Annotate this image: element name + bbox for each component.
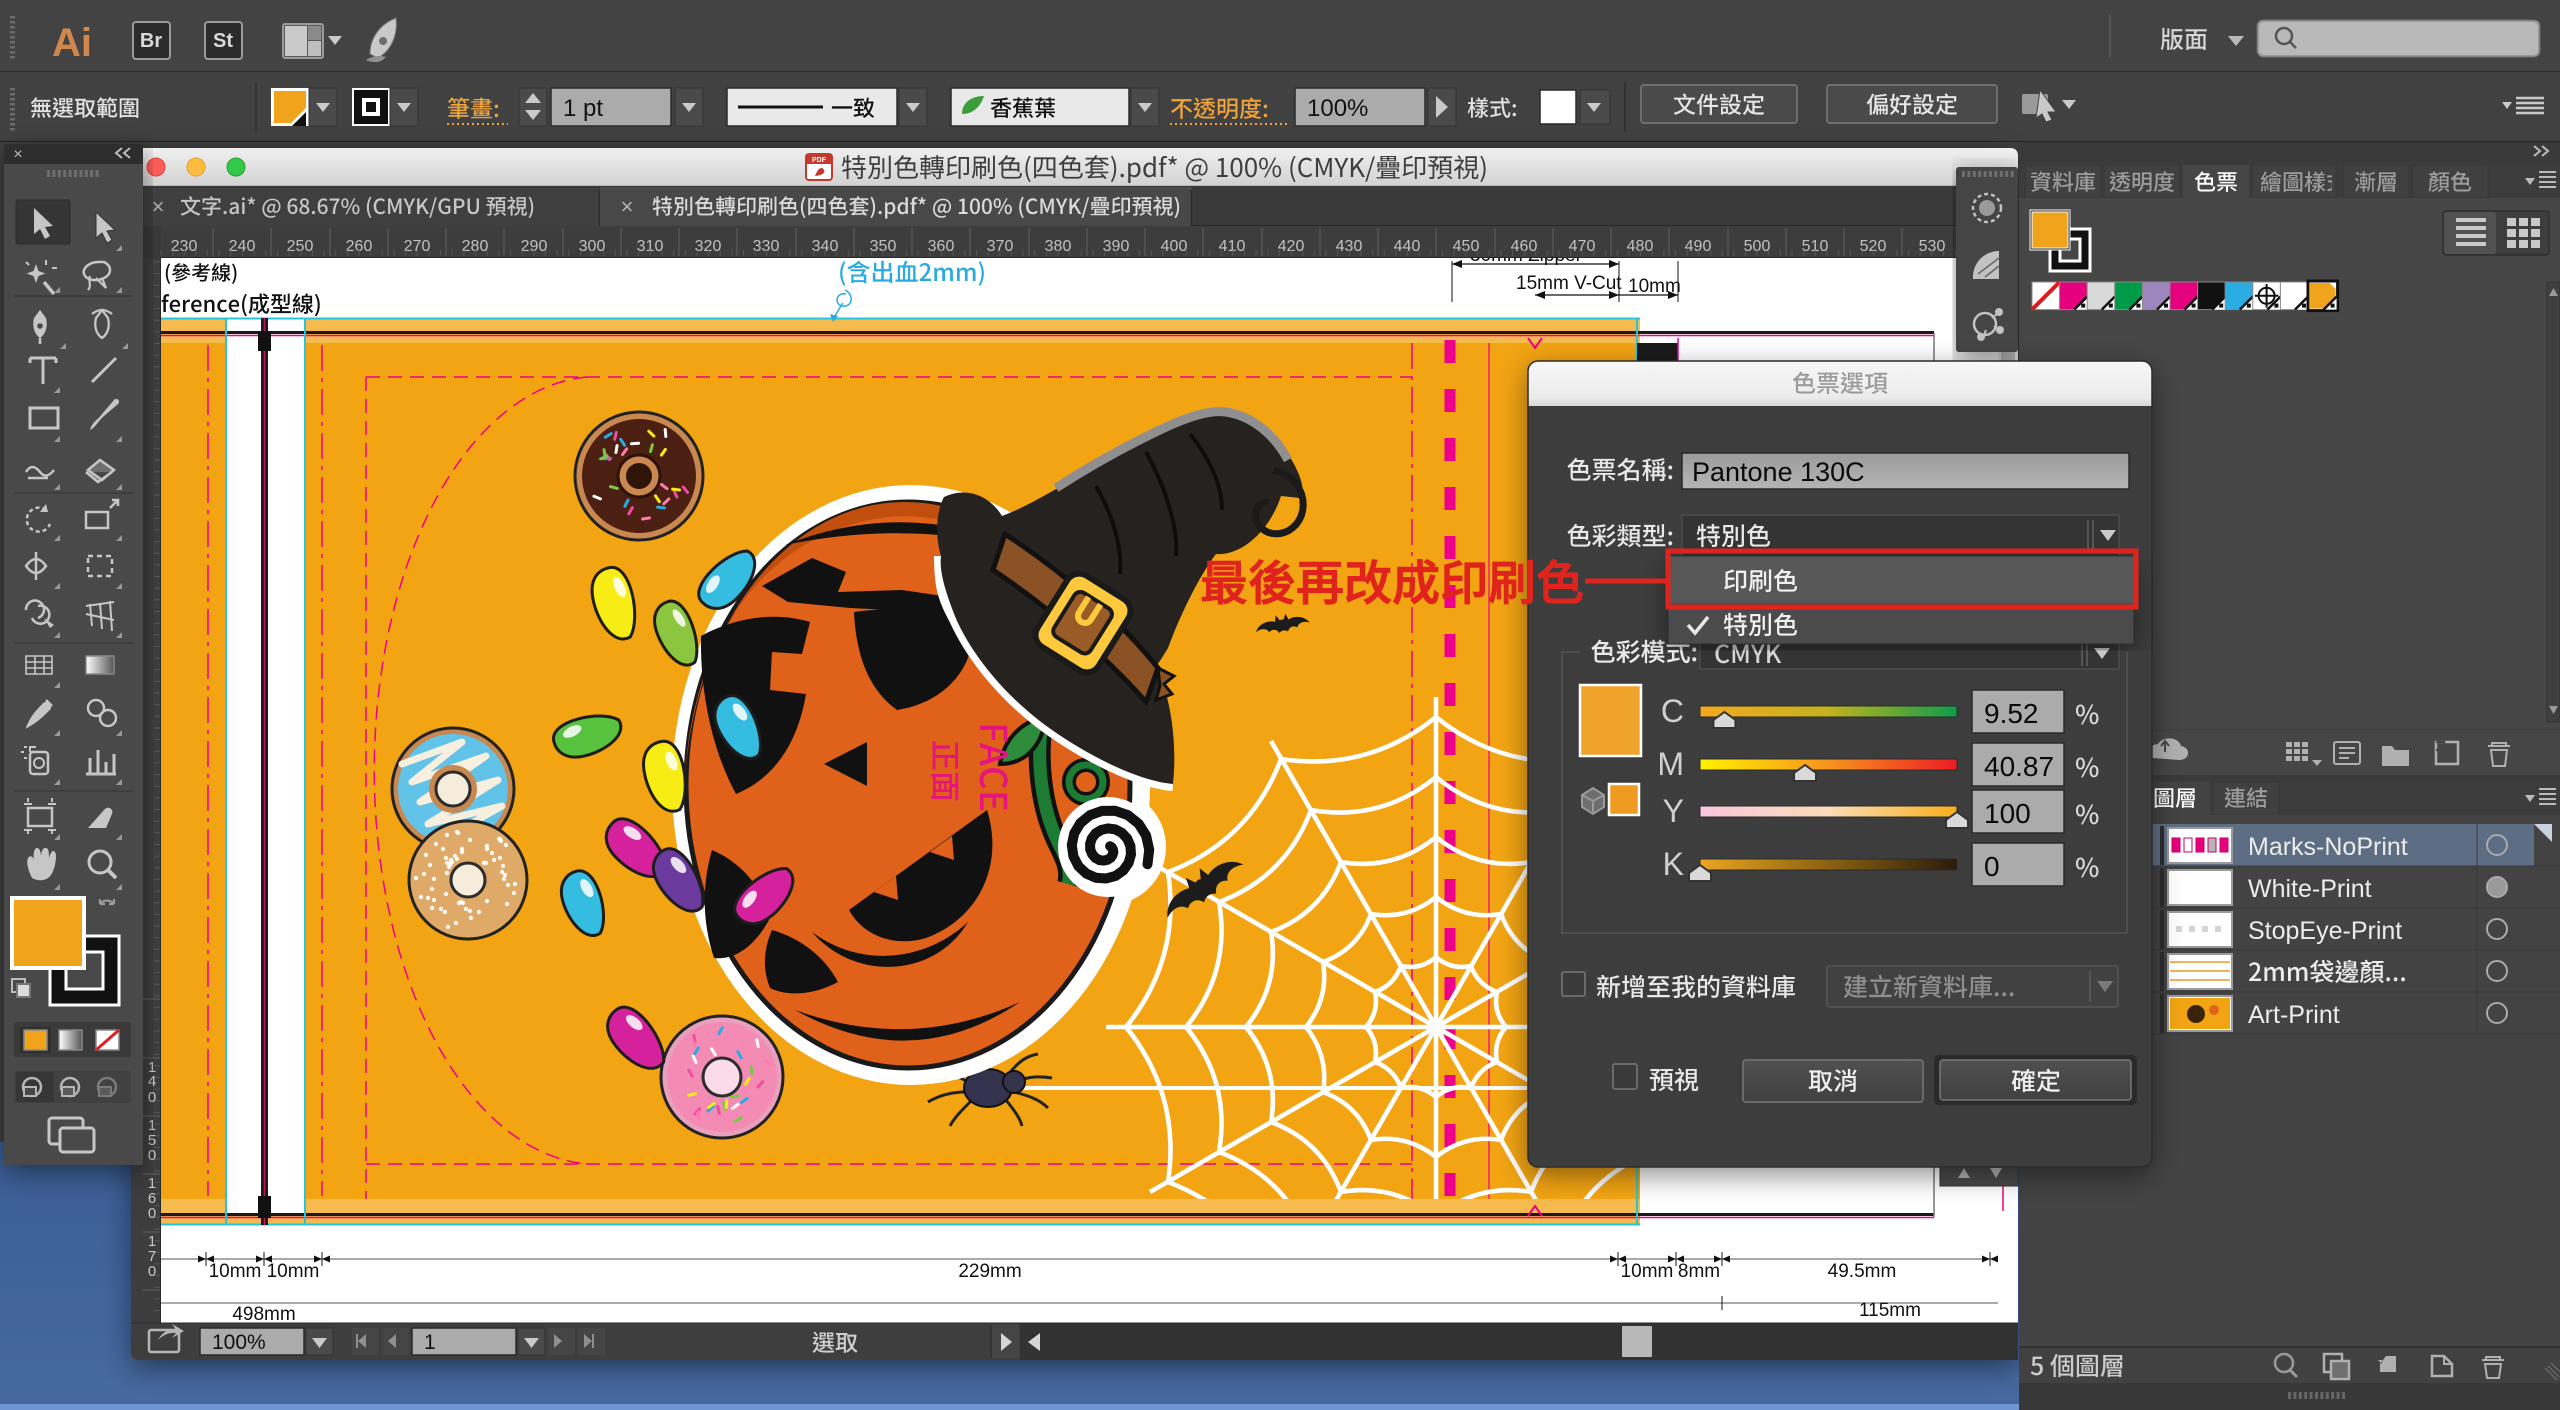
svg-text:PDF: PDF [812,157,827,164]
svg-text:1 pt: 1 pt [563,95,603,122]
svg-text:×: × [152,194,165,219]
svg-text:40.87: 40.87 [1984,751,2054,782]
svg-text:Marks-NoPrint: Marks-NoPrint [2248,833,2408,861]
svg-text:0: 0 [148,1263,156,1280]
svg-text:Pantone 130C: Pantone 130C [1692,457,1865,487]
svg-text:229mm: 229mm [958,1261,1021,1282]
svg-text:15mm V-Cut: 15mm V-Cut [1516,273,1622,294]
svg-text:498mm: 498mm [232,1304,295,1325]
svg-text:0: 0 [148,1205,156,1222]
svg-text:×: × [621,194,634,219]
svg-text:100%: 100% [1307,95,1368,122]
svg-text:10mm: 10mm [1621,1261,1674,1282]
svg-text:240: 240 [229,238,256,255]
svg-text:100: 100 [1984,798,2031,829]
svg-text:Art-Print: Art-Print [2248,1001,2340,1029]
svg-text:C: C [1661,693,1684,729]
svg-text:StopEye-Print: StopEye-Print [2248,917,2402,945]
svg-text:Y: Y [1663,793,1684,829]
svg-text:10mm: 10mm [209,1261,262,1282]
svg-text:330: 330 [753,238,780,255]
svg-text:8mm: 8mm [1678,1261,1720,1282]
svg-text:250: 250 [287,238,314,255]
svg-text:Ai: Ai [52,21,92,65]
svg-text:9.52: 9.52 [1984,698,2039,729]
svg-text:St: St [213,30,233,52]
svg-text:440: 440 [1394,238,1421,255]
svg-text:Br: Br [140,30,162,52]
svg-text:K: K [1663,846,1684,882]
svg-text:480: 480 [1627,238,1654,255]
svg-text:490: 490 [1685,238,1712,255]
svg-text:115mm: 115mm [1859,1300,1921,1321]
svg-text:100%: 100% [212,1331,266,1354]
svg-text:49.5mm: 49.5mm [1828,1261,1897,1282]
svg-text:White-Print: White-Print [2248,875,2372,903]
svg-text:4: 4 [148,1073,156,1090]
svg-text:410: 410 [1219,238,1246,255]
svg-text:1: 1 [424,1331,436,1354]
svg-text:0: 0 [148,1089,156,1106]
svg-text:10mm: 10mm [267,1261,320,1282]
svg-text:0: 0 [148,1147,156,1164]
svg-text:520: 520 [1860,238,1887,255]
svg-text:×: × [13,146,22,163]
svg-text:0: 0 [1984,851,2000,882]
svg-text:M: M [1657,746,1684,782]
